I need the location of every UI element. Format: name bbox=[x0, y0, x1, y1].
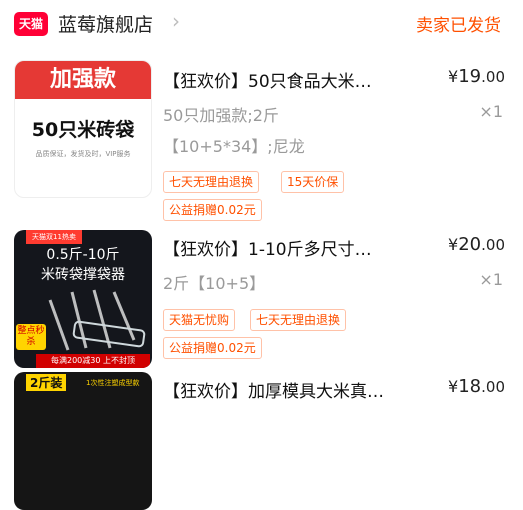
image-main-text: 2斤装 bbox=[26, 374, 67, 391]
charity-tag: 公益捐赠0.02元 bbox=[163, 199, 262, 221]
product-spec: 2斤【10+5】 bbox=[163, 274, 266, 293]
service-tag: 七天无理由退换 bbox=[163, 171, 260, 193]
product-quantity: ×1 bbox=[479, 270, 503, 289]
product-title[interactable]: 【狂欢价】50只食品大米… bbox=[163, 67, 418, 92]
product-title[interactable]: 【狂欢价】1-10斤多尺寸… bbox=[163, 235, 418, 260]
image-small-text: 品质保证，发货及时，VIP服务 bbox=[35, 150, 131, 158]
product-quantity: ×1 bbox=[479, 102, 503, 121]
product-image[interactable]: 2斤装 1次性注塑成型款 bbox=[14, 372, 152, 510]
order-status: 卖家已发货 bbox=[416, 16, 501, 36]
product-price: ¥19.00 bbox=[448, 66, 505, 87]
promo-badge: 整点秒杀 bbox=[16, 324, 46, 350]
charity-tag: 公益捐赠0.02元 bbox=[163, 337, 262, 359]
image-main-text: 50只米砖袋 bbox=[31, 119, 135, 141]
order-item[interactable]: 2斤装 1次性注塑成型款 【狂欢价】加厚模具大米真… ¥18.00 bbox=[0, 372, 523, 510]
product-title[interactable]: 【狂欢价】加厚模具大米真… bbox=[163, 377, 418, 402]
order-store-header: 天猫 蓝莓旗舰店 › 卖家已发货 bbox=[0, 0, 523, 48]
order-item[interactable]: 天猫双11热卖 0.5斤-10斤 米砖袋撑袋器 整点秒杀 每满200减30 上不… bbox=[0, 230, 523, 368]
product-price: ¥18.00 bbox=[448, 376, 505, 397]
product-image[interactable]: 加强款 50只米砖袋 品质保证，发货及时，VIP服务 bbox=[14, 60, 152, 198]
promo-banner: 每满200减30 上不封顶 bbox=[36, 354, 150, 368]
service-tag: 七天无理由退换 bbox=[250, 309, 347, 331]
product-spec: 50只加强款;2斤 bbox=[163, 106, 279, 125]
image-banner-text: 加强款 bbox=[15, 61, 151, 99]
product-price: ¥20.00 bbox=[448, 234, 505, 255]
product-image[interactable]: 天猫双11热卖 0.5斤-10斤 米砖袋撑袋器 整点秒杀 每满200减30 上不… bbox=[14, 230, 152, 368]
service-tag: 15天价保 bbox=[281, 171, 345, 193]
image-small-text: 1次性注塑成型款 bbox=[86, 379, 140, 387]
product-spec: 【10+5*34】;尼龙 bbox=[163, 137, 305, 156]
store-name-link[interactable]: 蓝莓旗舰店 bbox=[58, 10, 153, 37]
order-item[interactable]: 加强款 50只米砖袋 品质保证，发货及时，VIP服务 【狂欢价】50只食品大米…… bbox=[0, 60, 523, 221]
chevron-right-icon[interactable]: › bbox=[172, 9, 180, 33]
service-tag: 天猫无忧购 bbox=[163, 309, 236, 331]
tmall-logo: 天猫 bbox=[14, 12, 48, 36]
